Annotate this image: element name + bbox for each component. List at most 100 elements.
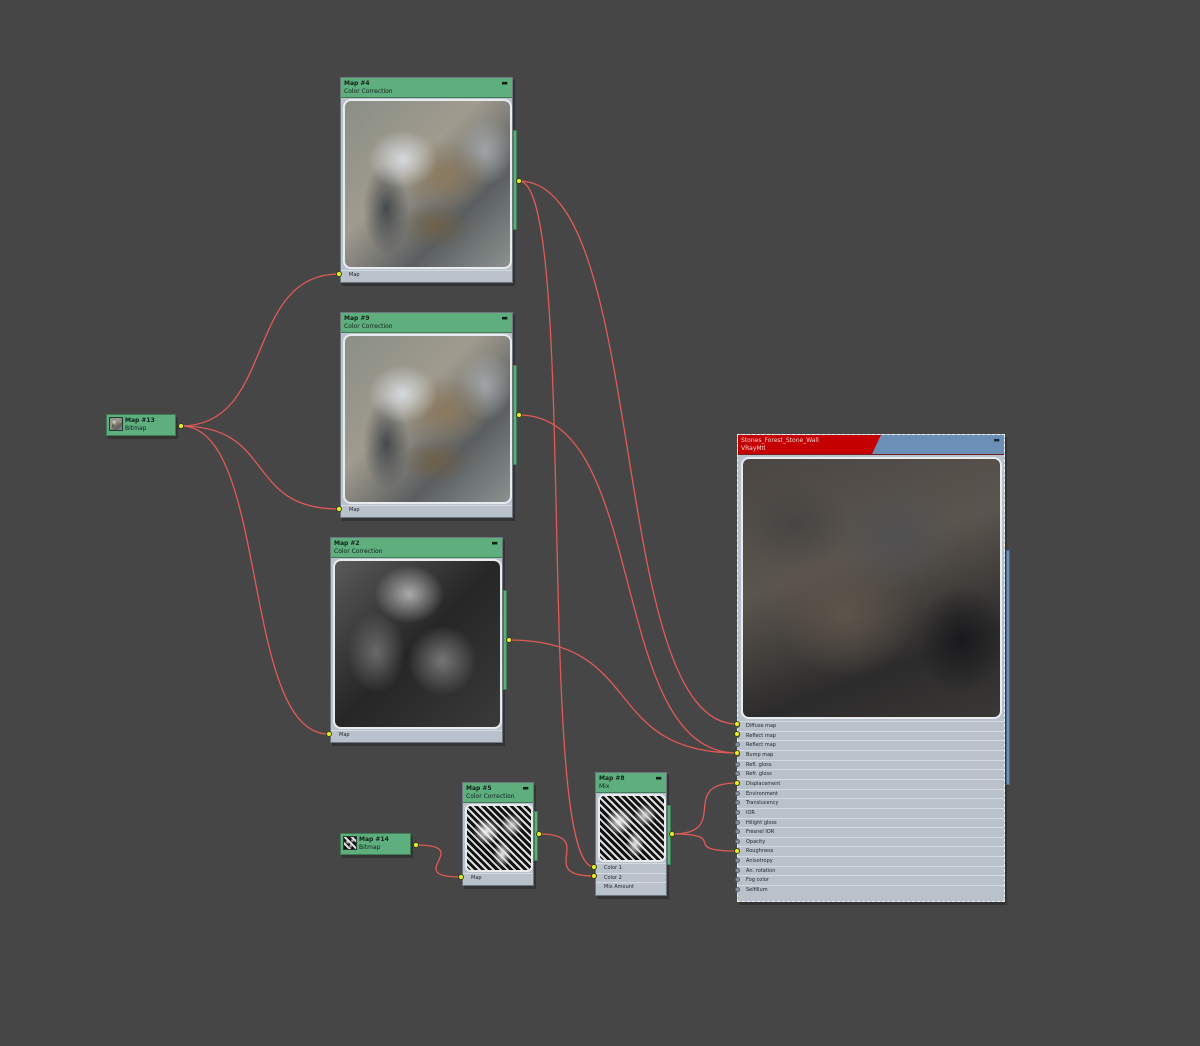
map8-color2-socket[interactable] (591, 873, 597, 879)
map8-color1-socket[interactable] (591, 864, 597, 870)
map9-input-socket[interactable] (336, 506, 342, 512)
map4-slot-map[interactable]: Map (341, 270, 512, 280)
wire-m14-to-m5[interactable] (415, 844, 462, 878)
map5-output-socket[interactable] (536, 831, 542, 837)
map13-subtitle: Bitmap (125, 425, 147, 432)
minimize-icon[interactable]: ▬ (655, 774, 662, 782)
material-roughness-socket[interactable] (734, 848, 740, 854)
material-slot[interactable]: Anisotropy (735, 856, 1004, 866)
map2-slot-label: Map (339, 732, 350, 738)
material-slot-socket[interactable] (735, 858, 740, 864)
map5-subtitle: Color Correction (466, 793, 515, 800)
map5-node[interactable]: Map #5 Color Correction ▬ Map (462, 782, 538, 886)
material-slot[interactable]: Roughness (735, 846, 1004, 856)
wire-mix-to-displace[interactable] (671, 782, 738, 835)
material-slot[interactable]: Refl. gloss (735, 759, 1004, 770)
material-slot[interactable]: Diffuse map (735, 721, 1004, 731)
map2-input-socket[interactable] (326, 731, 332, 737)
material-slot[interactable]: Fog color (735, 875, 1004, 885)
wire-m13-to-m2[interactable] (180, 425, 330, 735)
material-slot-socket[interactable] (735, 887, 740, 893)
map8-slot-mix-amount[interactable]: Mix Amount (596, 882, 666, 892)
material-node[interactable]: Stones_Forest_Stone_Wall VRayMtl ▬ Diffu… (735, 434, 1010, 902)
material-diffuse-socket[interactable] (734, 721, 740, 727)
material-slot-socket[interactable] (735, 800, 740, 806)
material-slot[interactable]: Environment (735, 788, 1004, 799)
map8-header[interactable]: Map #8 Mix ▬ (596, 773, 666, 793)
map14-bitmap-node[interactable]: Map #14 Bitmap (340, 833, 411, 855)
minimize-icon[interactable]: ▬ (491, 539, 498, 547)
map4-output-socket[interactable] (516, 178, 522, 184)
map13-thumbnail (109, 417, 123, 431)
material-slot[interactable]: Reflect map (735, 730, 1004, 741)
map2-output-socket[interactable] (506, 637, 512, 643)
material-slot-socket[interactable] (735, 829, 740, 835)
material-slot[interactable]: Reflect map (735, 740, 1004, 750)
map8-mix-node[interactable]: Map #8 Mix ▬ Color 1 Color 2 Mix Amount (595, 772, 671, 896)
map5-header[interactable]: Map #5 Color Correction ▬ (463, 783, 533, 803)
material-slot[interactable]: Bump map (735, 749, 1004, 760)
material-slot[interactable]: Refr. gloss (735, 769, 1004, 779)
map4-input-socket[interactable] (336, 271, 342, 277)
map2-node[interactable]: Map #2 Color Correction ▬ Map (330, 537, 507, 743)
material-slot-socket[interactable] (735, 809, 740, 815)
map2-header[interactable]: Map #2 Color Correction ▬ (331, 538, 502, 558)
map8-slot-color2[interactable]: Color 2 (596, 872, 666, 883)
material-slot-socket[interactable] (735, 742, 740, 748)
material-slot[interactable]: Translucency (735, 798, 1004, 808)
material-slot[interactable]: Displacement (735, 778, 1004, 789)
map8-slot-color2-label: Color 2 (604, 874, 622, 881)
map4-header[interactable]: Map #4 Color Correction ▬ (341, 78, 512, 98)
map14-output-socket[interactable] (413, 842, 419, 848)
map9-header[interactable]: Map #9 Color Correction ▬ (341, 313, 512, 333)
wire-m13-to-m9[interactable] (180, 425, 340, 510)
wire-m13-to-m4[interactable] (180, 273, 340, 427)
material-slot-socket[interactable] (735, 867, 740, 873)
material-slot[interactable]: Opacity (735, 836, 1004, 847)
material-slot-socket[interactable] (735, 771, 740, 777)
material-slot-label: Selfillum (746, 887, 768, 894)
minimize-icon[interactable]: ▬ (522, 784, 529, 792)
material-slot-label: Environment (746, 790, 778, 797)
material-slot-socket[interactable] (735, 761, 740, 767)
material-displacement-socket[interactable] (734, 780, 740, 786)
material-slot-socket[interactable] (735, 838, 740, 844)
material-slot-label: Anisotropy (746, 858, 773, 865)
material-bump-socket[interactable] (734, 750, 740, 756)
material-slot-socket[interactable] (735, 790, 740, 796)
map5-slot-map[interactable]: Map (463, 873, 533, 883)
material-slot[interactable]: Hilight gloss (735, 817, 1004, 828)
minimize-icon[interactable]: ▬ (501, 314, 508, 322)
wire-m2-to-bump[interactable] (508, 639, 738, 754)
material-slot-socket[interactable] (735, 877, 740, 883)
minimize-icon[interactable]: ▬ (993, 436, 1000, 444)
material-slot-socket[interactable] (735, 819, 740, 825)
map9-output-socket[interactable] (516, 412, 522, 418)
map2-slot-map[interactable]: Map (331, 730, 502, 740)
material-slot[interactable]: Selfillum (735, 885, 1004, 895)
material-header[interactable]: Stones_Forest_Stone_Wall VRayMtl ▬ (738, 435, 1004, 455)
material-reflect-socket[interactable] (734, 731, 740, 737)
material-output-tab[interactable] (1006, 550, 1010, 785)
map8-slot-color1[interactable]: Color 1 (596, 863, 666, 873)
map13-bitmap-node[interactable]: Map #13 Bitmap (106, 414, 176, 436)
map5-input-socket[interactable] (458, 874, 464, 880)
material-slot[interactable]: IOR (735, 807, 1004, 818)
map5-preview (465, 804, 533, 872)
map14-title: Map #14 (359, 836, 389, 843)
map9-node[interactable]: Map #9 Color Correction ▬ Map (340, 312, 517, 518)
map8-output-socket[interactable] (669, 831, 675, 837)
map9-title: Map #9 (344, 315, 370, 322)
map9-slot-map[interactable]: Map (341, 505, 512, 515)
material-slot[interactable]: Fresnel IOR (735, 827, 1004, 837)
wire-m9-to-reflect[interactable] (518, 414, 738, 754)
wire-mix-to-rough[interactable] (671, 833, 738, 852)
wire-m5-to-mix-c2[interactable] (538, 833, 595, 877)
map4-node[interactable]: Map #4 Color Correction ▬ Map (340, 77, 517, 283)
wire-m4-to-mix-c1[interactable] (518, 180, 595, 868)
map13-output-socket[interactable] (178, 423, 184, 429)
minimize-icon[interactable]: ▬ (501, 79, 508, 87)
material-title: Stones_Forest_Stone_Wall (741, 437, 819, 444)
wire-m4-to-diffuse[interactable] (518, 180, 738, 725)
material-slot[interactable]: An. rotation (735, 865, 1004, 876)
